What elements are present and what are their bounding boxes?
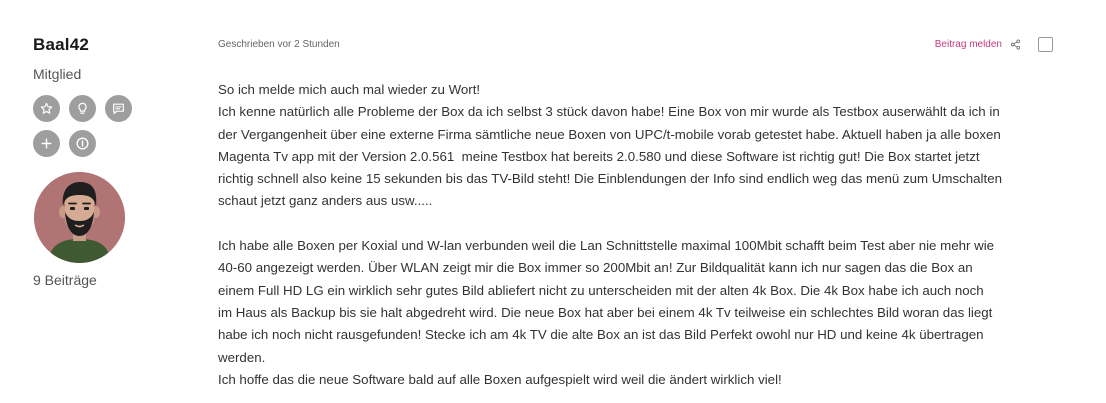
post-line: schaut jetzt ganz anders aus usw..... — [218, 193, 433, 209]
post-line: Magenta Tv app mit der Version 2.0.561 m… — [218, 148, 980, 164]
author-username[interactable]: Baal42 — [33, 34, 203, 56]
post-actions: Beitrag melden — [935, 37, 1053, 52]
post-line: richtig schnell also keine 15 sekunden b… — [218, 171, 1002, 187]
author-panel: Baal42 Mitglied 9 Beiträge — [33, 34, 203, 289]
post-paragraph-2: Ich habe alle Boxen per Koxial und W-lan… — [218, 235, 1058, 391]
lightbulb-icon[interactable] — [69, 95, 96, 122]
plus-icon[interactable] — [33, 130, 60, 157]
author-badges — [33, 95, 163, 157]
author-post-count: 9 Beiträge — [33, 272, 97, 288]
share-icon[interactable] — [1010, 39, 1022, 51]
forum-post: Baal42 Mitglied 9 Beiträge Geschrieben v… — [0, 0, 1106, 403]
post-line: So ich melde mich auch mal wieder zu Wor… — [218, 82, 481, 97]
info-icon[interactable] — [69, 130, 96, 157]
star-icon[interactable] — [33, 95, 60, 122]
post-line: Ich habe alle Boxen per Koxial und W-lan… — [218, 238, 995, 254]
post-paragraph-1: So ich melde mich auch mal wieder zu Wor… — [218, 79, 1058, 213]
post-body: So ich melde mich auch mal wieder zu Wor… — [218, 79, 1058, 391]
chat-icon[interactable] — [105, 95, 132, 122]
post-line: werden. — [218, 349, 266, 365]
post-line: im Haus als Backup bis sie halt abgedreh… — [218, 304, 993, 320]
post-line: Ich kenne natürlich alle Probleme der Bo… — [218, 104, 1000, 120]
post-line: Ich hoffe das die neue Software bald auf… — [218, 371, 782, 387]
report-post-link[interactable]: Beitrag melden — [935, 38, 1002, 52]
author-rank: Mitglied — [33, 66, 82, 82]
post-line: einem Full HD LG ein wirklich sehr gutes… — [218, 282, 984, 298]
author-avatar[interactable] — [34, 172, 125, 263]
post-timestamp: Geschrieben vor 2 Stunden — [218, 39, 340, 50]
post-line: habe ich noch nicht rausgefunden! Stecke… — [218, 327, 984, 343]
post-select-checkbox[interactable] — [1038, 37, 1053, 52]
post-line: der Vergangenheit über eine externe Firm… — [218, 126, 1001, 142]
post-line: 40-60 angezeigt werden. Über WLAN zeigt … — [218, 260, 973, 276]
